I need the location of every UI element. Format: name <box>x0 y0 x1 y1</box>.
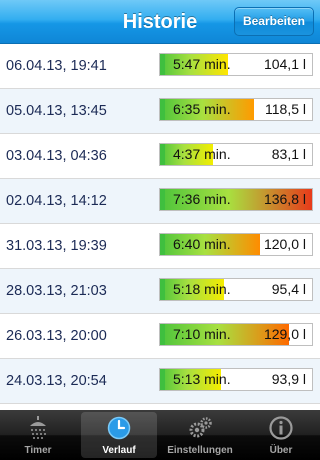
usage-bar: 4:37 min. 83,1 l <box>159 143 313 166</box>
usage-bar: 5:18 min. 95,4 l <box>159 278 313 301</box>
usage-bar: 7:36 min. 136,8 l <box>159 188 313 211</box>
edit-button[interactable]: Bearbeiten <box>233 7 314 36</box>
usage-bar-edge <box>160 189 165 210</box>
row-date: 03.04.13, 04:36 <box>6 148 107 164</box>
usage-bar: 7:10 min. 129,0 l <box>159 323 313 346</box>
row-volume: 129,0 l <box>263 326 306 342</box>
row-duration: 5:13 min. <box>173 371 231 387</box>
usage-bar: 6:40 min. 120,0 l <box>159 233 313 256</box>
row-date: 31.03.13, 19:39 <box>6 238 107 254</box>
row-date: 06.04.13, 19:41 <box>6 58 107 74</box>
gears-icon <box>189 417 212 438</box>
usage-bar-edge <box>160 324 165 345</box>
usage-bar-edge <box>160 279 165 300</box>
usage-bar: 6:35 min. 118,5 l <box>159 98 313 121</box>
history-row[interactable]: 05.04.13, 13:45 6:35 min. 118,5 l <box>0 89 320 134</box>
clock-icon <box>107 416 131 440</box>
tab-bar: Timer Verlauf Einstellungen Über <box>0 410 320 460</box>
row-volume: 136,8 l <box>263 191 306 207</box>
row-duration: 7:36 min. <box>173 191 231 207</box>
tab-label: Über <box>269 445 293 456</box>
row-duration: 7:10 min. <box>173 326 231 342</box>
usage-bar-edge <box>160 144 165 165</box>
navigation-bar: Historie Bearbeiten <box>0 0 320 44</box>
row-volume: 120,0 l <box>263 236 306 252</box>
row-date: 02.04.13, 14:12 <box>6 193 107 209</box>
history-row[interactable]: 06.04.13, 19:41 5:47 min. 104,1 l <box>0 44 320 89</box>
row-duration: 5:18 min. <box>173 281 231 297</box>
tab-timer[interactable]: Timer <box>0 412 76 458</box>
usage-bar: 5:47 min. 104,1 l <box>159 53 313 76</box>
info-icon <box>269 416 293 440</box>
usage-bar: 5:13 min. 93,9 l <box>159 368 313 391</box>
row-duration: 6:35 min. <box>173 101 231 117</box>
row-date: 28.03.13, 21:03 <box>6 283 107 299</box>
row-duration: 4:37 min. <box>173 146 231 162</box>
row-duration: 5:47 min. <box>173 56 231 72</box>
row-date: 05.04.13, 13:45 <box>6 103 107 119</box>
usage-bar-edge <box>160 369 165 390</box>
tab-einstellungen[interactable]: Einstellungen <box>162 412 238 458</box>
row-date: 26.03.13, 20:00 <box>6 328 107 344</box>
row-duration: 6:40 min. <box>173 236 231 252</box>
row-volume: 104,1 l <box>263 56 306 72</box>
usage-bar-edge <box>160 234 165 255</box>
history-list[interactable]: 06.04.13, 19:41 5:47 min. 104,1 l 05.04.13,… <box>0 44 320 410</box>
tab-label: Verlauf <box>102 445 136 456</box>
tab-ueber[interactable]: Über <box>243 412 319 458</box>
row-volume: 118,5 l <box>265 101 306 117</box>
row-volume: 93,9 l <box>271 371 306 387</box>
row-volume: 95,4 l <box>271 281 306 297</box>
row-volume: 83,1 l <box>271 146 306 162</box>
usage-bar-edge <box>160 54 165 75</box>
tab-label: Timer <box>24 445 52 456</box>
row-date: 24.03.13, 20:54 <box>6 373 107 389</box>
history-row[interactable]: 03.04.13, 04:36 4:37 min. 83,1 l <box>0 134 320 179</box>
history-row[interactable]: 02.04.13, 14:12 7:36 min. 136,8 l <box>0 179 320 224</box>
history-row[interactable]: 24.03.13, 20:54 5:13 min. 93,9 l <box>0 359 320 404</box>
history-row[interactable]: 31.03.13, 19:39 6:40 min. 120,0 l <box>0 224 320 269</box>
history-row[interactable]: 26.03.13, 20:00 7:10 min. 129,0 l <box>0 314 320 359</box>
history-row[interactable]: 28.03.13, 21:03 5:18 min. 95,4 l <box>0 269 320 314</box>
shower-icon <box>30 416 46 439</box>
usage-bar-edge <box>160 99 165 120</box>
tab-verlauf[interactable]: Verlauf <box>81 412 157 458</box>
tab-label: Einstellungen <box>167 445 233 456</box>
